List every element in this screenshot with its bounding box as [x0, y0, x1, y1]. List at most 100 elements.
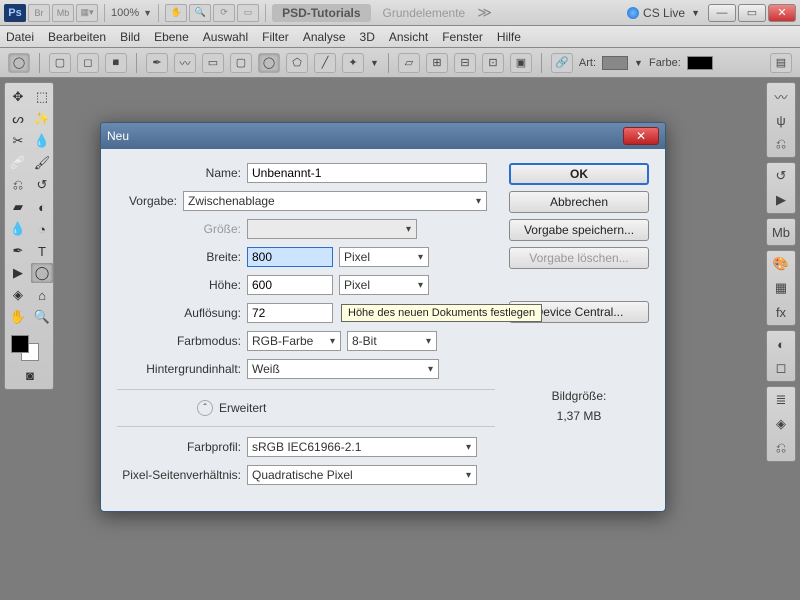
ok-button[interactable]: OK	[509, 163, 649, 185]
brush-tool-icon[interactable]: 🖌	[31, 153, 53, 173]
colormode-select[interactable]: RGB-Farbe	[247, 331, 341, 351]
zoom-tool-icon[interactable]: 🔍	[189, 4, 211, 22]
shape-layer-icon[interactable]: ▢	[49, 53, 71, 73]
eraser-tool-icon[interactable]: ▰	[7, 197, 29, 217]
resolution-input[interactable]	[247, 303, 333, 323]
foreground-color-icon[interactable]	[11, 335, 29, 353]
menu-3d[interactable]: 3D	[360, 30, 375, 44]
lasso-tool-icon[interactable]: ᔕ	[7, 109, 29, 129]
pen-icon[interactable]: ✒	[146, 53, 168, 73]
fill-pixels-icon[interactable]: ◾	[105, 53, 127, 73]
pathop-intersect-icon[interactable]: ⊡	[482, 53, 504, 73]
crop-tool-icon[interactable]: ✂	[7, 131, 29, 151]
menu-filter[interactable]: Filter	[262, 30, 289, 44]
rotate-view-icon[interactable]: ⟳	[213, 4, 235, 22]
width-unit-select[interactable]: Pixel	[339, 247, 429, 267]
dialog-close-button[interactable]: ✕	[623, 127, 659, 145]
path-select-tool-icon[interactable]: ▶	[7, 263, 29, 283]
marquee-tool-icon[interactable]: ⬚	[31, 87, 53, 107]
brush-preset-icon[interactable]: 〰	[772, 87, 790, 105]
zoom-tool2-icon[interactable]: 🔍	[31, 307, 53, 327]
pathop-subtract-icon[interactable]: ⊟	[454, 53, 476, 73]
pen-tool-icon[interactable]: ✒	[7, 241, 29, 261]
3d-camera-tool-icon[interactable]: ⌂	[31, 285, 53, 305]
color-panel-icon[interactable]: 🎨	[772, 255, 790, 273]
current-tool-ellipse-icon[interactable]: ◯	[8, 53, 30, 73]
rect-shape-icon[interactable]: ▭	[202, 53, 224, 73]
polygon-shape-icon[interactable]: ⬠	[286, 53, 308, 73]
history-panel-icon[interactable]: ↺	[772, 167, 790, 185]
maximize-button[interactable]: ▭	[738, 4, 766, 22]
clone-source-icon[interactable]: ⎌	[772, 135, 790, 153]
eyedropper-tool-icon[interactable]: 💧	[31, 131, 53, 151]
panel-toggle-icon[interactable]: ▤	[770, 53, 792, 73]
layout-menu-icon[interactable]: ▦▾	[76, 4, 98, 22]
workspace-tab[interactable]: Grundelemente	[373, 4, 476, 22]
dodge-tool-icon[interactable]: ◔	[31, 219, 53, 239]
history-brush-tool-icon[interactable]: ↺	[31, 175, 53, 195]
pathop-exclude-icon[interactable]: ▣	[510, 53, 532, 73]
minimize-button[interactable]: ―	[708, 4, 736, 22]
background-select[interactable]: Weiß	[247, 359, 439, 379]
gradient-tool-icon[interactable]: ◐	[31, 197, 53, 217]
overlay-icon[interactable]: ▭	[237, 4, 259, 22]
freeform-pen-icon[interactable]: 〰	[174, 53, 196, 73]
pathop-new-icon[interactable]: ▱	[398, 53, 420, 73]
menu-bearbeiten[interactable]: Bearbeiten	[48, 30, 106, 44]
roundrect-shape-icon[interactable]: ▢	[230, 53, 252, 73]
quickmask-icon[interactable]: ◙	[7, 365, 53, 385]
bridge-icon[interactable]: Br	[28, 4, 50, 22]
actions-panel-icon[interactable]: ▶	[772, 191, 790, 209]
style-swatch[interactable]	[602, 56, 628, 70]
minibridge-icon[interactable]: Mb	[52, 4, 74, 22]
hand-tool-icon[interactable]: ✋	[165, 4, 187, 22]
masks-panel-icon[interactable]: ◻	[772, 359, 790, 377]
menu-ansicht[interactable]: Ansicht	[389, 30, 428, 44]
menu-analyse[interactable]: Analyse	[303, 30, 346, 44]
workspace-tab-active[interactable]: PSD-Tutorials	[272, 4, 370, 22]
advanced-toggle[interactable]: ˆ Erweitert	[197, 400, 495, 416]
ellipse-shape-icon[interactable]: ◯	[258, 53, 280, 73]
hand-tool2-icon[interactable]: ✋	[7, 307, 29, 327]
3d-tool-icon[interactable]: ◈	[7, 285, 29, 305]
menu-ebene[interactable]: Ebene	[154, 30, 189, 44]
menu-hilfe[interactable]: Hilfe	[497, 30, 521, 44]
swatches-panel-icon[interactable]: ▦	[772, 279, 790, 297]
bitdepth-select[interactable]: 8-Bit	[347, 331, 437, 351]
layers-panel-icon[interactable]: ≣	[772, 391, 790, 409]
close-button[interactable]: ✕	[768, 4, 796, 22]
width-input[interactable]	[247, 247, 333, 267]
name-input[interactable]	[247, 163, 487, 183]
menu-fenster[interactable]: Fenster	[442, 30, 483, 44]
zoom-level[interactable]: 100%	[111, 7, 139, 19]
menu-datei[interactable]: Datei	[6, 30, 34, 44]
pathop-add-icon[interactable]: ⊞	[426, 53, 448, 73]
colorprofile-select[interactable]: sRGB IEC61966-2.1	[247, 437, 477, 457]
height-input[interactable]	[247, 275, 333, 295]
menu-bild[interactable]: Bild	[120, 30, 140, 44]
menu-auswahl[interactable]: Auswahl	[203, 30, 248, 44]
styles-panel-icon[interactable]: fx	[772, 303, 790, 321]
minibridge-panel-icon[interactable]: Mb	[772, 223, 790, 241]
move-tool-icon[interactable]: ✥	[7, 87, 29, 107]
cs-live-button[interactable]: CS Live▼	[627, 6, 700, 20]
cancel-button[interactable]: Abbrechen	[509, 191, 649, 213]
path-mode-icon[interactable]: ◻	[77, 53, 99, 73]
magic-wand-tool-icon[interactable]: ✨	[31, 109, 53, 129]
type-tool-icon[interactable]: T	[31, 241, 53, 261]
save-preset-button[interactable]: Vorgabe speichern...	[509, 219, 649, 241]
fg-bg-swatch[interactable]	[7, 333, 53, 363]
adjustments-panel-icon[interactable]: ◐	[772, 335, 790, 353]
channels-panel-icon[interactable]: ◈	[772, 415, 790, 433]
preset-select[interactable]: Zwischenablage	[183, 191, 487, 211]
dialog-titlebar[interactable]: Neu ✕	[101, 123, 665, 149]
fill-color-swatch[interactable]	[687, 56, 713, 70]
paths-panel-icon[interactable]: ⎌	[772, 439, 790, 457]
line-shape-icon[interactable]: ╱	[314, 53, 336, 73]
clone-stamp-tool-icon[interactable]: ⎌	[7, 175, 29, 195]
healing-brush-tool-icon[interactable]: 🩹	[7, 153, 29, 173]
custom-shape-icon[interactable]: ✦	[342, 53, 364, 73]
brushes-panel-icon[interactable]: ψ	[772, 111, 790, 129]
blur-tool-icon[interactable]: 💧	[7, 219, 29, 239]
shape-tool-icon[interactable]: ◯	[31, 263, 53, 283]
